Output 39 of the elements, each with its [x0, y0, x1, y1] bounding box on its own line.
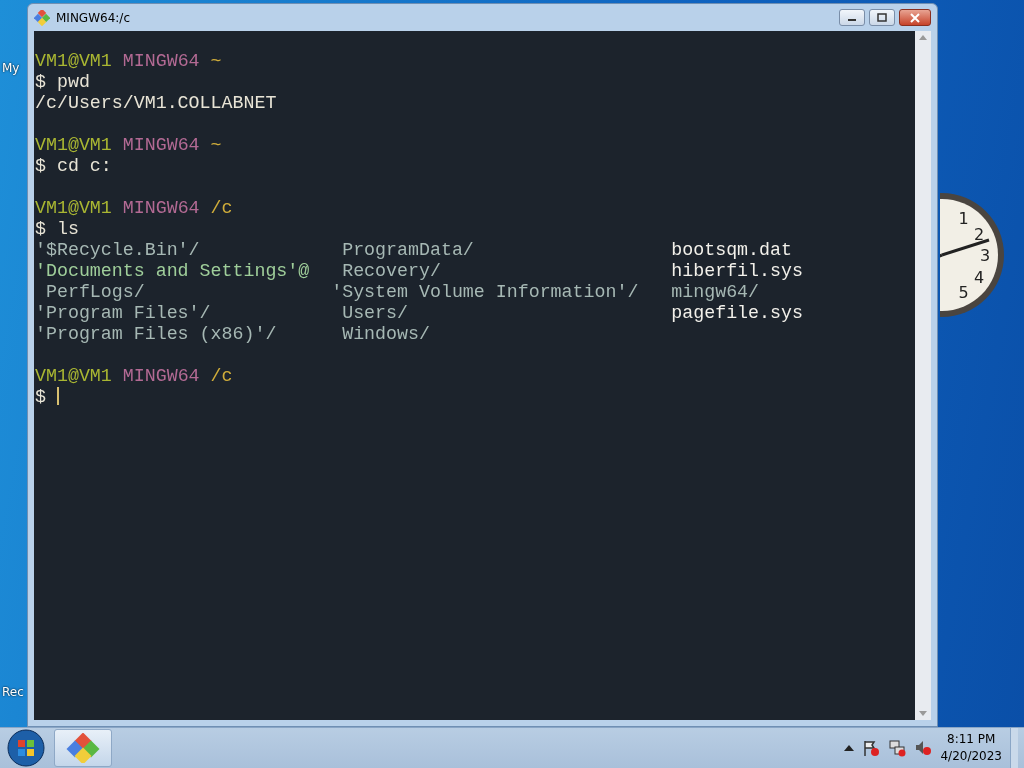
- directory-name: 'Program Files'/: [35, 303, 211, 323]
- link-name: 'Documents and Settings'@: [35, 261, 310, 281]
- maximize-icon: [877, 13, 887, 22]
- output-line: /c/Users/VM1.COLLABNET: [35, 93, 277, 114]
- prompt-line: VM1@VM1 MINGW64 ~: [35, 51, 222, 72]
- speaker-icon[interactable]: [914, 739, 933, 757]
- directory-name: Windows/: [341, 324, 430, 344]
- file-name: pagefile.sys: [670, 303, 803, 323]
- network-icon[interactable]: [888, 739, 907, 757]
- app-icon: [34, 9, 50, 26]
- command-line: $ pwd: [35, 72, 90, 93]
- close-button[interactable]: [899, 9, 931, 26]
- desktop-icon-label[interactable]: Rec: [2, 683, 24, 701]
- command-line: $ cd c:: [35, 156, 112, 177]
- taskbar-app-button[interactable]: [54, 729, 112, 767]
- directory-name: 'System Volume Information'/: [331, 282, 639, 302]
- clock-date[interactable]: 4/20/2023: [940, 748, 1002, 765]
- maximize-button[interactable]: [869, 9, 895, 26]
- directory-name: 'Program Files (x86)'/: [35, 324, 277, 344]
- file-name: bootsqm.dat: [670, 240, 792, 260]
- directory-name: mingw64/: [670, 282, 760, 302]
- directory-name: ProgramData/: [341, 240, 474, 260]
- close-icon: [909, 12, 921, 23]
- prompt-line: VM1@VM1 MINGW64 ~: [35, 135, 222, 156]
- directory-name: Users/: [341, 303, 408, 323]
- show-hidden-icons-arrow-icon[interactable]: [844, 744, 855, 752]
- window-title: MINGW64:/c: [56, 9, 130, 27]
- command-line: $ ls: [35, 219, 79, 240]
- directory-name: Recovery/: [341, 261, 441, 281]
- directory-name: PerfLogs/: [44, 282, 145, 302]
- directory-name: '$Recycle.Bin'/: [35, 240, 200, 260]
- start-button[interactable]: [6, 728, 46, 768]
- clock-time[interactable]: 8:11 PM: [940, 731, 1002, 748]
- file-name: hiberfil.sys: [670, 261, 803, 281]
- minimize-button[interactable]: [839, 9, 865, 26]
- flag-icon[interactable]: [862, 739, 881, 757]
- input-prompt: $: [35, 387, 46, 407]
- prompt-line: VM1@VM1 MINGW64 /c: [35, 366, 233, 387]
- prompt-line: VM1@VM1 MINGW64 /c: [35, 198, 233, 219]
